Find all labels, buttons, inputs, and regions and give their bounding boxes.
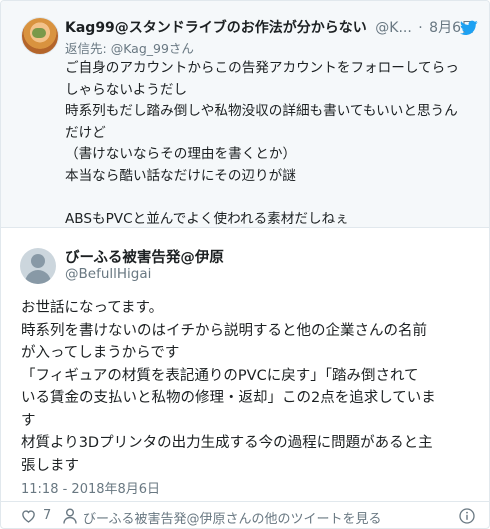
parent-text-line: ABSもPVCと並んでよく使われる素材だしねぇ xyxy=(65,210,349,227)
main-text-line: 「フィギュアの材質を表記通りのPVCに戻す」「踏み倒されて xyxy=(21,367,419,384)
person-icon xyxy=(63,508,77,524)
heart-icon[interactable] xyxy=(21,509,36,523)
main-display-name[interactable]: びーふる被害告発@伊原 xyxy=(65,246,224,267)
main-tweet-text: お世話になってます。 時系列を書けないのはイチから説明すると他の企業さんの名前 … xyxy=(21,297,476,477)
twitter-bird-icon[interactable] xyxy=(460,20,478,36)
parent-text-line: だけど xyxy=(65,124,106,141)
parent-text-line: ご自身のアカウントからこの告発アカウントをフォローしてらっ xyxy=(65,60,459,76)
main-text-line: が入ってしまうからです xyxy=(21,345,180,361)
divider xyxy=(1,501,489,502)
parent-handle[interactable]: @K... xyxy=(375,20,412,36)
embedded-tweet-card: Kag99@スタンドライブのお作法が分からない @K... · 8月6日 返信先… xyxy=(0,0,490,529)
main-text-line: す xyxy=(21,412,36,429)
main-handle[interactable]: @BefullHigai xyxy=(65,266,151,282)
main-text-line: 張します xyxy=(21,457,79,474)
main-text-line: お世話になってます。 xyxy=(21,300,164,316)
main-avatar[interactable] xyxy=(20,248,56,284)
parent-text-line: （書けないならその理由を書くとか） xyxy=(65,146,297,162)
tweet-timestamp[interactable]: 11:18 - 2018年8月6日 xyxy=(21,478,160,497)
parent-tweet-header: Kag99@スタンドライブのお作法が分からない @K... · 8月6日 xyxy=(65,17,475,39)
main-text-line: 時系列を書けないのはイチから説明すると他の企業さんの名前 xyxy=(21,322,427,339)
like-count[interactable]: 7 xyxy=(43,508,51,523)
parent-display-name[interactable]: Kag99@スタンドライブのお作法が分からない xyxy=(65,20,367,36)
parent-text-line xyxy=(65,187,475,209)
replying-to-prefix: 返信先: xyxy=(65,41,111,56)
replying-to: 返信先: @Kag_99さん xyxy=(65,38,194,57)
parent-text-line: しゃらないようだし xyxy=(65,81,188,98)
parent-text-line: 本当なら酷い話なだけにその辺りが謎 xyxy=(65,167,296,184)
view-more-tweets-link[interactable]: びーふる被害告発@伊原さんの他のツイートを見る xyxy=(83,508,381,527)
replying-to-mention[interactable]: @Kag_99さん xyxy=(111,41,194,56)
main-text-line: いる賃金の支払いと私物の修理・返却」この2点を追求していま xyxy=(21,390,436,406)
tweet-actions: 7 びーふる被害告発@伊原さんの他のツイートを見る xyxy=(1,503,489,528)
parent-text-line: 時系列もだし踏み倒しや私物没収の詳細も書いてもいいと思うん xyxy=(65,103,458,119)
parent-tweet[interactable]: Kag99@スタンドライブのお作法が分からない @K... · 8月6日 返信先… xyxy=(1,1,489,228)
separator-dot: · xyxy=(418,20,423,36)
main-text-line: 材質より3Dプリンタの出力生成する今の過程に問題があると主 xyxy=(21,435,433,451)
parent-avatar[interactable] xyxy=(21,17,59,55)
info-icon[interactable] xyxy=(459,508,475,524)
parent-tweet-text: ご自身のアカウントからこの告発アカウントをフォローしてらっ しゃらないようだし … xyxy=(65,58,475,230)
